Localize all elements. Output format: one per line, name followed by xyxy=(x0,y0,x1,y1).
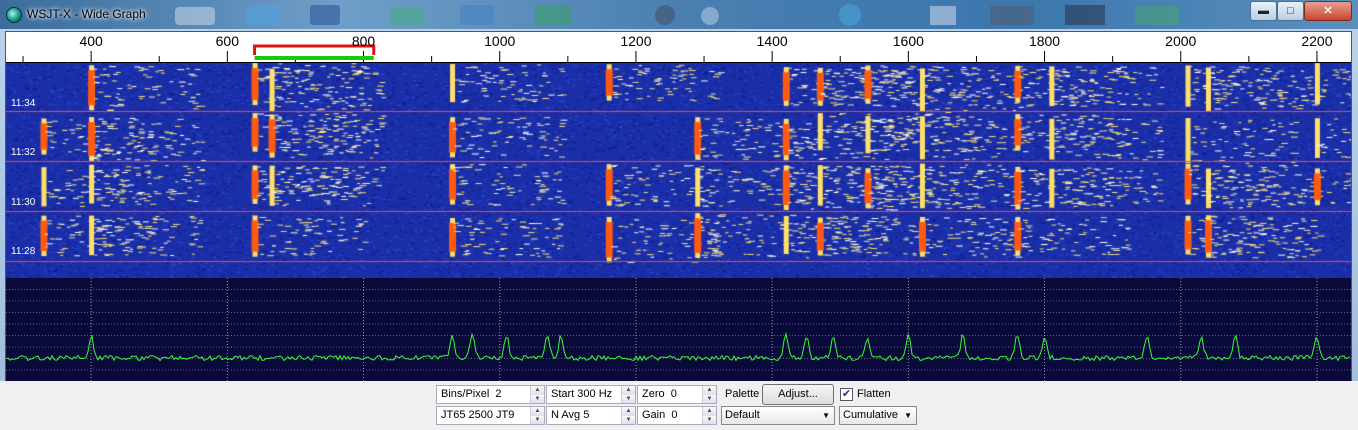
close-icon: ✕ xyxy=(1323,4,1333,17)
navg-spin-arrows[interactable]: ▲ ▼ xyxy=(621,407,635,424)
maximize-button[interactable]: □ xyxy=(1277,1,1304,21)
spin-down-icon[interactable]: ▼ xyxy=(622,394,635,403)
ruler-tick-label: 2000 xyxy=(1165,33,1197,49)
minimize-icon: ▬ xyxy=(1258,4,1269,17)
mode-spin-arrows[interactable]: ▲ ▼ xyxy=(530,407,544,424)
spin-down-icon[interactable]: ▼ xyxy=(703,415,716,424)
ruler-tick-label: 1400 xyxy=(756,33,788,49)
frequency-ruler[interactable]: 400 600 800 1000 1200 1400 1600 1800 2000 2200 xyxy=(6,32,1351,63)
spectrum-mode-value: Cumulative xyxy=(843,409,899,421)
start-label: Start xyxy=(551,388,575,400)
bins-spin-arrows[interactable]: ▲ ▼ xyxy=(530,386,544,403)
palette-select[interactable]: Default ▼ xyxy=(721,406,835,425)
ruler-tick-label: 1200 xyxy=(620,33,652,49)
close-button[interactable]: ✕ xyxy=(1304,1,1352,21)
bins-value: 2 xyxy=(495,388,502,400)
flatten-label: Flatten xyxy=(857,388,891,400)
maximize-icon: □ xyxy=(1287,4,1294,17)
ruler-ticks xyxy=(22,44,1318,62)
wide-graph-window: WSJT-X - Wide Graph ▬ □ ✕ 400 600 800 1000 1… xyxy=(0,0,1358,430)
ruler-tick-label: 1800 xyxy=(1028,33,1061,49)
zero-label: Zero xyxy=(642,388,665,400)
spectrum-plot xyxy=(5,278,1351,381)
adjust-button[interactable]: Adjust... xyxy=(762,384,834,405)
n-avg-spinbox[interactable]: N Avg 5 ▲ ▼ xyxy=(546,406,636,425)
ruler-tick-label: 800 xyxy=(351,33,376,49)
gain-spin-arrows[interactable]: ▲ ▼ xyxy=(702,407,716,424)
background-taskbar-icons xyxy=(175,4,1179,26)
graph-area[interactable]: 400 600 800 1000 1200 1400 1600 1800 2000 2200 11… xyxy=(5,31,1352,382)
chevron-down-icon: ▼ xyxy=(822,411,830,420)
gain-value: 0 xyxy=(671,409,678,421)
spin-up-icon[interactable]: ▲ xyxy=(531,386,544,395)
title-bar[interactable]: WSJT-X - Wide Graph ▬ □ ✕ xyxy=(0,0,1358,29)
ruler-tick-label: 600 xyxy=(215,33,240,49)
time-label-1134: 11:34 xyxy=(11,98,36,109)
ruler-tick-label: 1600 xyxy=(892,33,924,49)
ruler-tick-label: 1000 xyxy=(484,33,516,49)
bins-per-pixel-spinbox[interactable]: Bins/Pixel 2 ▲ ▼ xyxy=(436,385,545,404)
spin-down-icon[interactable]: ▼ xyxy=(703,394,716,403)
spin-up-icon[interactable]: ▲ xyxy=(703,386,716,395)
time-label-1128: 11:28 xyxy=(11,246,36,257)
chevron-down-icon: ▼ xyxy=(904,411,912,420)
spin-down-icon[interactable]: ▼ xyxy=(531,394,544,403)
spin-up-icon[interactable]: ▲ xyxy=(622,407,635,416)
spin-up-icon[interactable]: ▲ xyxy=(703,407,716,416)
palette-label: Palette xyxy=(725,388,760,400)
spin-down-icon[interactable]: ▼ xyxy=(531,415,544,424)
waterfall-canvas xyxy=(6,63,1351,278)
time-label-1132: 11:32 xyxy=(11,147,36,158)
ruler-tick-label: 400 xyxy=(79,33,103,49)
window-title: WSJT-X - Wide Graph xyxy=(27,7,146,21)
spectrum-background xyxy=(6,278,1351,381)
start-value: 300 Hz xyxy=(577,388,613,400)
minimize-button[interactable]: ▬ xyxy=(1250,1,1277,21)
spin-up-icon[interactable]: ▲ xyxy=(622,386,635,395)
time-label-1130: 11:30 xyxy=(11,197,36,208)
controls-panel: Bins/Pixel 2 ▲ ▼ Start 300 Hz ▲ ▼ Zero 0 ▲… xyxy=(0,381,1358,430)
palette-value: Default xyxy=(725,409,760,421)
zero-value: 0 xyxy=(670,388,677,400)
waterfall-display[interactable]: 11:34 11:32 11:30 11:28 xyxy=(6,63,1351,278)
start-spin-arrows[interactable]: ▲ ▼ xyxy=(621,386,635,403)
spectrum-display[interactable] xyxy=(5,278,1351,381)
gain-label: Gain xyxy=(642,409,666,421)
gain-spinbox[interactable]: Gain 0 ▲ ▼ xyxy=(637,406,717,425)
navg-value: 5 xyxy=(583,409,590,421)
start-frequency-spinbox[interactable]: Start 300 Hz ▲ ▼ xyxy=(546,385,636,404)
wsjtx-logo-icon xyxy=(6,7,22,23)
zero-spinbox[interactable]: Zero 0 ▲ ▼ xyxy=(637,385,717,404)
mode-spinbox[interactable]: JT65 2500 JT9 ▲ ▼ xyxy=(436,406,545,425)
flatten-checkbox[interactable]: ✔ xyxy=(840,388,853,401)
navg-label: N Avg xyxy=(551,409,581,421)
tx-frequency-marker[interactable] xyxy=(254,56,374,60)
spectrum-mode-select[interactable]: Cumulative ▼ xyxy=(839,406,917,425)
bins-label: Bins/Pixel xyxy=(441,388,490,400)
spin-up-icon[interactable]: ▲ xyxy=(531,407,544,416)
spin-down-icon[interactable]: ▼ xyxy=(622,415,635,424)
mode-value: JT65 2500 JT9 xyxy=(441,409,515,421)
zero-spin-arrows[interactable]: ▲ ▼ xyxy=(702,386,716,403)
ruler-tick-label: 2200 xyxy=(1301,33,1333,49)
